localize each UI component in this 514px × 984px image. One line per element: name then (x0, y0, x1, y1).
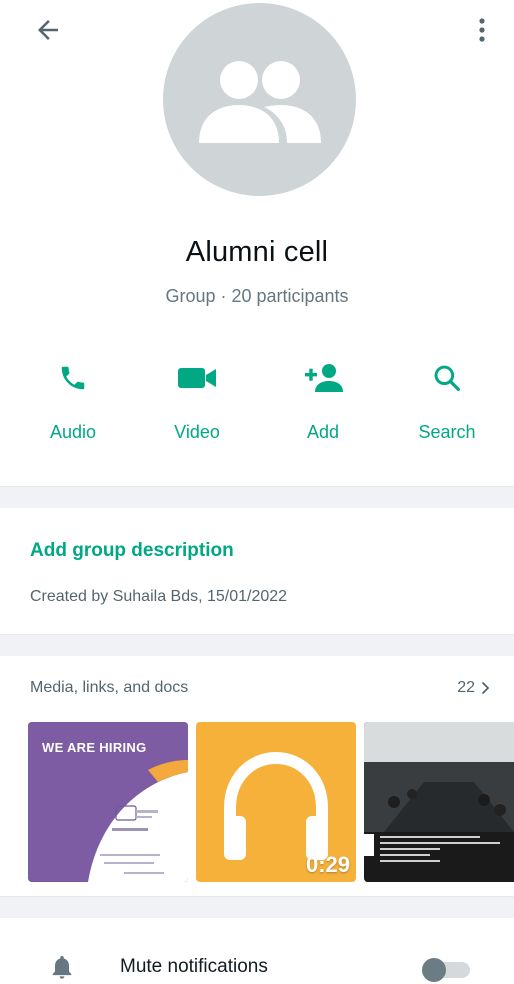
section-divider (0, 634, 514, 656)
group-avatar[interactable] (163, 3, 356, 196)
toggle-knob (422, 958, 446, 982)
audio-duration: 0:29 (305, 852, 350, 877)
audio-label: Audio (49, 422, 97, 442)
section-divider (0, 486, 514, 508)
group-info-screen: Alumni cell Group · 20 participants Audi… (0, 0, 514, 984)
group-participants: Group · 20 participants (165, 286, 349, 306)
add-label: Add (306, 422, 340, 442)
add-person-icon (305, 364, 343, 392)
add-participant-button[interactable]: Add (268, 350, 378, 460)
back-button[interactable] (30, 12, 66, 48)
group-icon (199, 61, 321, 143)
audio-call-button[interactable]: Audio (18, 350, 128, 460)
more-vertical-icon (479, 18, 485, 42)
add-group-description-link[interactable]: Add group description (30, 540, 234, 562)
group-name: Alumni cell (185, 236, 329, 268)
mute-toggle[interactable] (420, 958, 472, 982)
media-count-link[interactable]: 22 (457, 679, 490, 697)
meeting-room-photo (364, 722, 514, 882)
bell-icon (52, 955, 72, 979)
action-row: Audio Video Add Search (0, 350, 514, 460)
more-options-button[interactable] (468, 12, 496, 48)
created-by-text: Created by Suhaila Bds, 15/01/2022 (30, 588, 288, 605)
media-thumbnail-audio[interactable]: 0:29 (196, 722, 356, 882)
media-section-title[interactable]: Media, links, and docs (30, 679, 188, 697)
chevron-right-icon (481, 681, 490, 695)
section-divider (0, 896, 514, 918)
mute-notifications-row[interactable]: Mute notifications (0, 938, 514, 984)
videocam-icon (178, 368, 216, 388)
video-label: Video (174, 422, 220, 442)
media-thumbnail-meeting[interactable] (364, 722, 514, 882)
phone-icon (61, 366, 85, 390)
mute-notifications-label: Mute notifications (120, 956, 268, 977)
arrow-left-icon (38, 20, 58, 40)
search-icon (434, 365, 460, 391)
media-thumbnail-hiring[interactable]: WE ARE HIRING (28, 722, 188, 882)
hiring-caption: WE ARE HIRING (42, 740, 147, 755)
search-label: Search (418, 422, 476, 442)
video-call-button[interactable]: Video (142, 350, 252, 460)
media-count: 22 (457, 679, 475, 696)
search-button[interactable]: Search (392, 350, 502, 460)
